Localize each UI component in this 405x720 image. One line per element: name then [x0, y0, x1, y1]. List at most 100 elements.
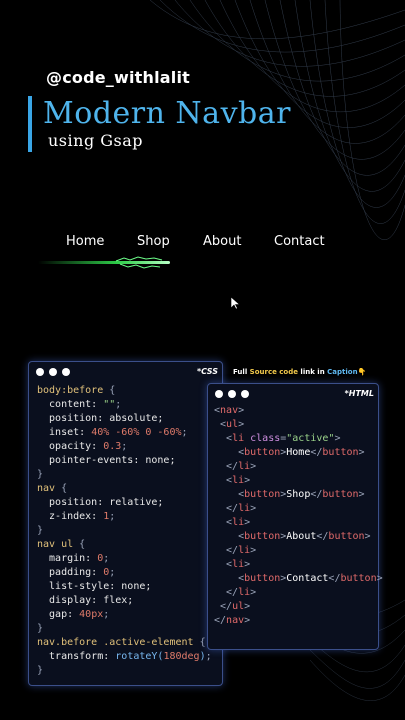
- code-token: ;: [115, 399, 122, 410]
- code-token: li: [238, 503, 251, 514]
- html-label: *HTML: [344, 389, 374, 398]
- code-token: class: [244, 433, 281, 444]
- code-line: opacity: 0.3;: [37, 440, 212, 454]
- code-line: <li>: [214, 474, 383, 488]
- window-dot-icon: [228, 390, 236, 398]
- code-token: 40px: [79, 609, 104, 620]
- code-token: opacity:: [37, 441, 104, 452]
- code-token: <: [214, 517, 233, 528]
- code-line: </li>: [214, 586, 383, 600]
- nav-item-about[interactable]: About: [203, 234, 241, 249]
- code-token: ;: [109, 567, 116, 578]
- code-token: nav: [220, 405, 239, 416]
- code-token: 180deg: [163, 651, 200, 662]
- code-line: </li>: [214, 460, 383, 474]
- css-code-window: *CSS body:before { content: ""; position…: [28, 361, 223, 686]
- code-token: {: [193, 637, 206, 648]
- code-line: <button>About</button>: [214, 530, 383, 544]
- code-token: li: [238, 461, 251, 472]
- code-token: <: [214, 573, 245, 584]
- code-line: gap: 40px;: [37, 608, 212, 622]
- code-line: nav {: [37, 482, 212, 496]
- caption-pre: Full: [233, 368, 250, 376]
- code-token: >: [376, 573, 383, 584]
- code-token: transform:: [37, 651, 116, 662]
- code-token: >: [250, 461, 257, 472]
- code-line: transform: rotateY(180deg);: [37, 650, 212, 664]
- code-token: >: [358, 489, 365, 500]
- window-dot-icon: [62, 368, 70, 376]
- code-token: >: [238, 419, 245, 430]
- code-line: nav.before .active-element {: [37, 636, 212, 650]
- code-token: button: [244, 489, 281, 500]
- code-token: </: [316, 531, 329, 542]
- code-token: }: [37, 665, 44, 676]
- code-token: <: [214, 531, 245, 542]
- code-token: </: [214, 601, 233, 612]
- code-token: </: [328, 573, 341, 584]
- code-token: </: [214, 461, 239, 472]
- code-token: rotateY(: [115, 651, 164, 662]
- code-token: Contact: [286, 573, 329, 584]
- code-token: <: [214, 559, 233, 570]
- demo-navbar: Home Shop About Contact: [0, 234, 405, 254]
- code-token: li: [232, 433, 245, 444]
- code-token: >: [358, 447, 365, 458]
- code-token: content:: [37, 399, 104, 410]
- window-dot-icon: [241, 390, 249, 398]
- code-token: >: [250, 503, 257, 514]
- nav-item-shop[interactable]: Shop: [137, 234, 170, 249]
- nav-item-home[interactable]: Home: [66, 234, 104, 249]
- code-token: </: [214, 587, 239, 598]
- code-token: </: [214, 545, 239, 556]
- page-subtitle: using Gsap: [48, 131, 144, 150]
- code-token: 40% -60% 0 -60%: [91, 427, 182, 438]
- code-token: li: [232, 517, 245, 528]
- code-token: "": [103, 399, 116, 410]
- code-line: position: relative;: [37, 496, 212, 510]
- code-token: 0.3: [103, 441, 122, 452]
- code-token: ;: [109, 511, 116, 522]
- code-token: list-style: none;: [37, 581, 152, 592]
- code-token: margin:: [37, 553, 98, 564]
- code-token: Shop: [286, 489, 311, 500]
- nav-item-contact[interactable]: Contact: [274, 234, 325, 249]
- code-token: }: [37, 525, 44, 536]
- code-token: button: [322, 489, 359, 500]
- code-line: </nav>: [214, 614, 383, 628]
- code-token: >: [238, 405, 245, 416]
- code-token: >: [244, 559, 251, 570]
- window-dot-icon: [36, 368, 44, 376]
- code-token: </: [214, 615, 227, 626]
- code-token: li: [238, 545, 251, 556]
- code-line: <li class="active">: [214, 432, 383, 446]
- code-token: </: [310, 489, 323, 500]
- code-token: About: [286, 531, 317, 542]
- code-line: z-index: 1;: [37, 510, 212, 524]
- code-line: content: "";: [37, 398, 212, 412]
- active-indicator-glow: [38, 256, 170, 269]
- code-line: nav ul {: [37, 538, 212, 552]
- html-code-content: <nav> <ul> <li class="active"> <button>H…: [214, 404, 383, 628]
- code-token: inset:: [37, 427, 92, 438]
- code-token: >: [250, 545, 257, 556]
- code-token: position: relative;: [37, 497, 164, 508]
- code-token: nav: [226, 615, 245, 626]
- code-token: {: [103, 385, 116, 396]
- code-token: nav.before .active-element: [37, 637, 194, 648]
- code-token: pointer-events: none;: [37, 455, 176, 466]
- code-token: ul: [232, 601, 245, 612]
- code-token: <: [214, 489, 245, 500]
- code-token: >: [244, 517, 251, 528]
- code-line: <button>Contact</button>: [214, 572, 383, 586]
- code-line: <li>: [214, 516, 383, 530]
- code-token: li: [238, 587, 251, 598]
- code-line: </li>: [214, 544, 383, 558]
- code-token: >: [244, 475, 251, 486]
- code-line: }: [37, 622, 212, 636]
- code-line: position: absolute;: [37, 412, 212, 426]
- code-token: </: [214, 503, 239, 514]
- code-token: nav: [37, 483, 56, 494]
- code-token: ul: [226, 419, 239, 430]
- code-line: <button>Home</button>: [214, 446, 383, 460]
